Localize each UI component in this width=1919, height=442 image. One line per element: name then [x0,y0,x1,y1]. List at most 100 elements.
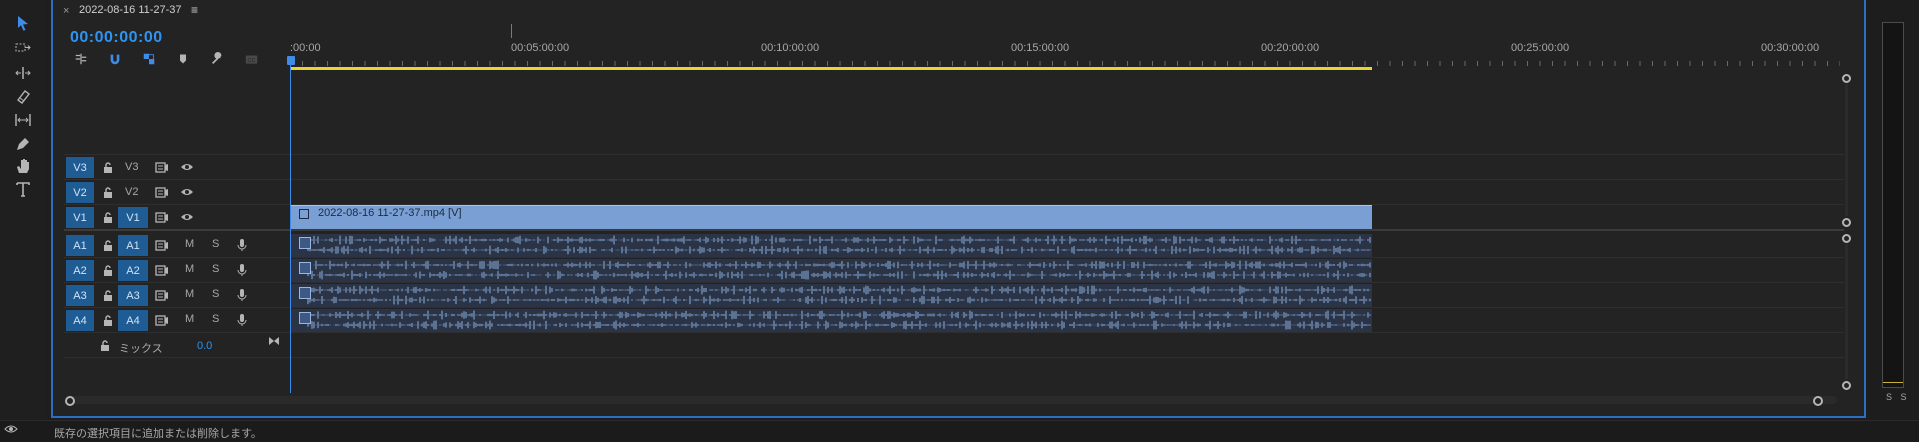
source-patch-a3[interactable]: A3 [66,285,94,306]
add-marker-icon[interactable] [174,51,192,67]
meter-level-line [1883,382,1903,383]
lock-icon[interactable] [100,159,116,175]
track-select-forward-icon[interactable] [10,37,36,59]
fx-badge-icon [299,262,311,274]
pen-icon[interactable] [10,133,36,155]
tools-panel [0,0,47,420]
lock-icon[interactable] [100,184,116,200]
audio-zoom-handle-bottom[interactable] [1842,381,1851,390]
solo-button[interactable]: S [212,263,219,275]
mix-volume-value[interactable]: 0.0 [197,340,212,352]
sync-lock-icon[interactable] [154,237,170,253]
audio-clip-a4[interactable] [290,309,1372,332]
track-target-a3[interactable]: A3 [118,285,148,306]
audio-waveform [307,235,1371,255]
eye-icon[interactable] [179,159,195,175]
source-patch-v1[interactable]: V1 [66,207,94,228]
snap-icon[interactable] [106,51,124,67]
audio-clip-a2[interactable] [290,259,1372,282]
lock-icon[interactable] [100,209,116,225]
playhead-line[interactable] [290,58,291,393]
lane-divider [64,307,1844,308]
sync-lock-icon[interactable] [154,184,170,200]
audio-clip-a3[interactable] [290,284,1372,307]
mute-button[interactable]: M [185,263,194,275]
mute-button[interactable]: M [185,238,194,250]
mute-button[interactable]: M [185,288,194,300]
sync-lock-icon[interactable] [154,312,170,328]
track-header-v1: V1 V1 [64,205,290,229]
audio-meter [1882,22,1904,388]
ruler-major-tick [511,24,512,38]
source-patch-v3[interactable]: V3 [66,157,94,178]
meter-solo-labels[interactable]: S S [1886,392,1910,402]
ripple-edit-icon[interactable] [10,62,36,84]
razor-icon[interactable] [10,86,36,108]
track-name-v2: V2 [125,186,139,198]
hscroll-handle-left[interactable] [65,396,75,406]
microphone-icon[interactable] [234,287,250,303]
waveform-channel [307,270,1371,280]
audio-vertical-scrollbar[interactable] [1845,244,1848,379]
linked-selection-icon[interactable] [140,51,158,67]
lock-icon[interactable] [100,312,116,328]
sync-lock-icon[interactable] [154,159,170,175]
playhead-handle[interactable] [287,56,295,65]
type-icon[interactable] [10,178,36,200]
microphone-icon[interactable] [234,237,250,253]
tab-title[interactable]: 2022-08-16 11-27-37 [79,4,182,16]
track-target-a1[interactable]: A1 [118,235,148,256]
audio-waveform [307,310,1371,330]
fx-badge-icon [299,287,311,299]
sync-lock-icon[interactable] [154,262,170,278]
timeline-tab-bar: × 2022-08-16 11-27-37 ≡ [51,0,1866,22]
tab-close-button[interactable]: × [63,5,69,17]
horizontal-scrollbar[interactable] [67,396,1837,404]
hscroll-handle-right[interactable] [1813,396,1823,406]
bowtie-icon[interactable] [268,336,280,349]
video-vertical-scrollbar[interactable] [1845,84,1848,216]
track-target-a2[interactable]: A2 [118,260,148,281]
slip-icon[interactable] [10,109,36,131]
track-target-v1[interactable]: V1 [118,207,148,228]
selection-tool-icon[interactable] [10,12,36,34]
lock-icon[interactable] [100,262,116,278]
lock-icon[interactable] [100,237,116,253]
solo-button[interactable]: S [212,238,219,250]
work-area-bar[interactable] [290,67,1372,70]
timeline-settings-icon[interactable] [208,51,226,67]
eye-icon[interactable] [179,209,195,225]
insert-nest-icon[interactable] [72,51,90,67]
lock-icon[interactable] [100,340,110,354]
hand-icon[interactable] [10,155,36,177]
waveform-channel [307,260,1371,270]
source-patch-v2[interactable]: V2 [66,182,94,203]
source-patch-a1[interactable]: A1 [66,235,94,256]
track-name-v3: V3 [125,161,139,173]
eye-icon[interactable] [179,184,195,200]
solo-button[interactable]: S [212,313,219,325]
solo-button[interactable]: S [212,288,219,300]
lane-divider [64,179,1844,180]
playhead-timecode[interactable]: 00:00:00:00 [70,29,163,47]
track-header-a3: A3 A3 M S [64,283,290,307]
audio-clip-a1[interactable] [290,234,1372,257]
track-target-a4[interactable]: A4 [118,310,148,331]
source-patch-a2[interactable]: A2 [66,260,94,281]
fx-badge-icon [299,312,311,324]
source-patch-a4[interactable]: A4 [66,310,94,331]
sync-lock-icon[interactable] [154,209,170,225]
waveform-channel [307,310,1371,320]
tab-menu-icon[interactable]: ≡ [191,3,198,17]
sync-lock-icon[interactable] [154,287,170,303]
microphone-icon[interactable] [234,262,250,278]
captions-icon[interactable]: CC [242,51,260,67]
video-zoom-handle-bottom[interactable] [1842,218,1851,227]
mute-button[interactable]: M [185,313,194,325]
time-ruler[interactable]: :00:00 00:05:00:00 00:10:00:00 00:15:00:… [290,36,1840,70]
video-zoom-handle-top[interactable] [1842,74,1851,83]
microphone-icon[interactable] [234,312,250,328]
waveform-channel [307,295,1371,305]
lock-icon[interactable] [100,287,116,303]
audio-zoom-handle-top[interactable] [1842,234,1851,243]
